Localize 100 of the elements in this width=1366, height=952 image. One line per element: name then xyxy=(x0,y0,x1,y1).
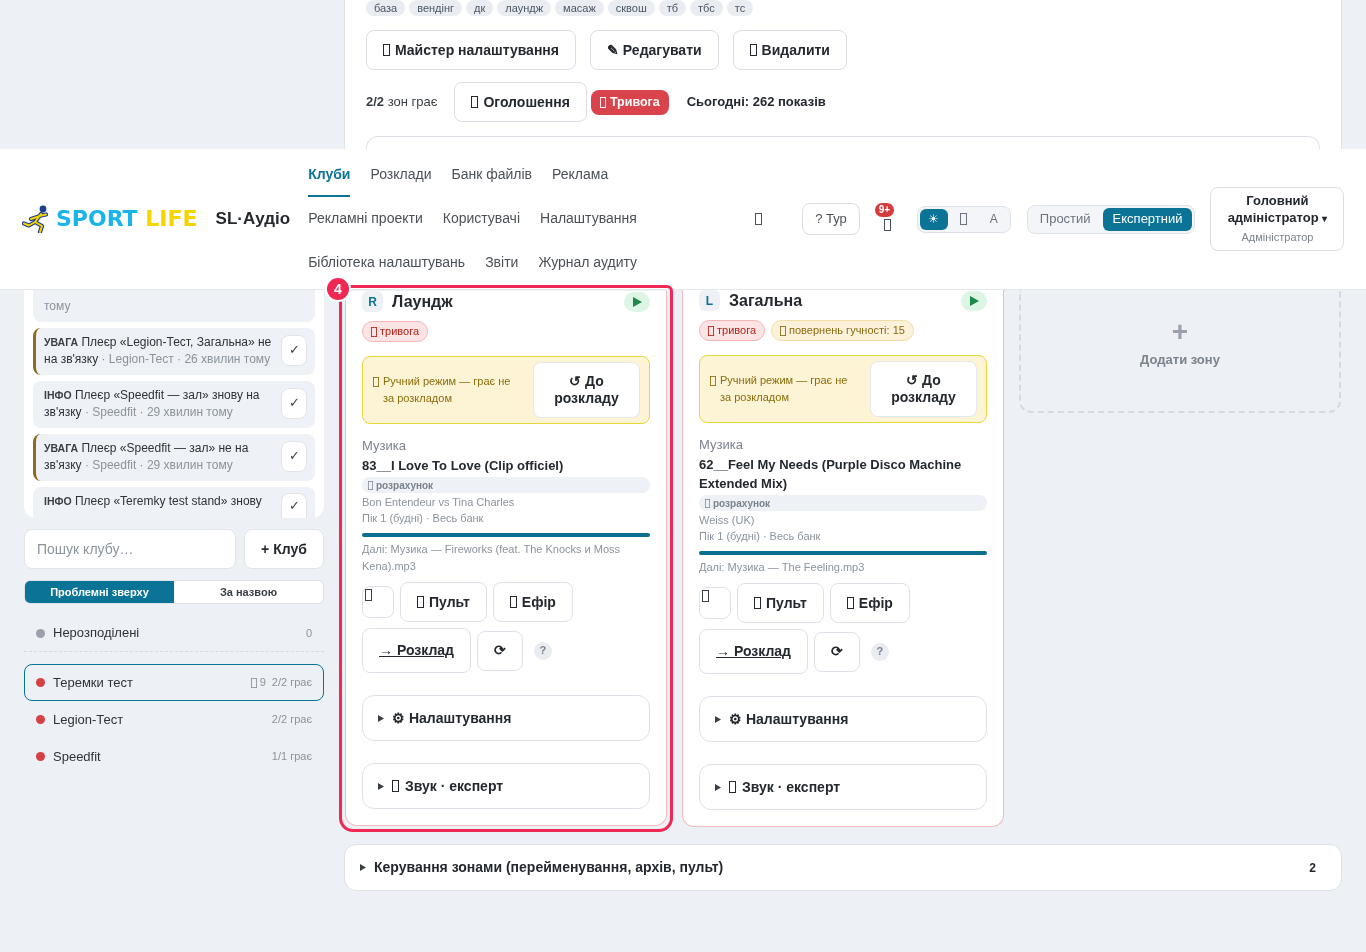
notification-text: ІНФО Плеєр «Teremky test stand» знову xyxy=(44,492,263,510)
missing-glyph-icon xyxy=(599,96,606,108)
category-tag: тс xyxy=(726,0,754,16)
category-tag: сквош xyxy=(607,0,655,16)
refresh-button[interactable]: ⟳ xyxy=(813,631,860,672)
missing-glyph-icon xyxy=(392,780,399,792)
caret-icon xyxy=(378,714,384,722)
nav-link[interactable]: Рекламні проекти xyxy=(308,197,423,241)
theme-option[interactable]: ☀ xyxy=(919,208,948,230)
control-button[interactable]: Ефір xyxy=(829,583,910,623)
manual-mode-text: Ручний режим — грає не за розкладом xyxy=(383,374,512,406)
logo-text: SPORT LIFE xyxy=(56,206,198,232)
missing-glyph-icon xyxy=(417,596,424,608)
tag-label: тривога xyxy=(380,324,420,340)
nav-link[interactable]: Налаштування xyxy=(540,197,637,241)
missing-glyph-icon xyxy=(846,597,854,609)
club-name: Нерозподілені xyxy=(53,624,140,643)
caret-icon xyxy=(715,783,721,791)
user-menu-button[interactable]: Головний адміністратор ▾ Адміністратор xyxy=(1210,187,1345,251)
club-row[interactable]: Теремки тест 9 2/2 грає xyxy=(24,664,324,701)
sort-option[interactable]: За назвою xyxy=(174,581,323,603)
control-button[interactable]: Пульт xyxy=(400,582,487,622)
missing-glyph-icon[interactable] xyxy=(883,219,891,231)
zone-letter: L xyxy=(699,290,720,311)
club-row[interactable]: Legion-Тест 2/2 грає xyxy=(24,701,324,738)
mode-option[interactable]: Експертний xyxy=(1102,207,1193,231)
dismiss-button[interactable]: ✓ xyxy=(281,334,307,366)
play-button[interactable] xyxy=(624,291,650,312)
action-button[interactable]: ✎ Редагувати xyxy=(589,30,719,70)
collapsible-section[interactable]: ⚙ Налаштування xyxy=(699,696,987,742)
announcement-button[interactable]: Оголошення xyxy=(454,82,587,122)
collapsible-section[interactable]: Звук · експерт xyxy=(699,764,987,810)
missing-glyph-icon xyxy=(371,326,377,337)
back-to-schedule-button[interactable]: ↺ До розкладу xyxy=(533,362,640,418)
missing-glyph-icon xyxy=(471,96,479,108)
nav-link[interactable]: Розклади xyxy=(370,153,432,197)
tag-label: тривога xyxy=(717,323,757,339)
back-to-schedule-button[interactable]: ↺ До розкладу xyxy=(870,361,977,417)
theme-option[interactable]: A xyxy=(979,208,1008,230)
collapsible-section[interactable]: Звук · експерт xyxy=(362,763,650,809)
missing-glyph-icon xyxy=(509,596,517,608)
caret-icon xyxy=(378,782,384,790)
alarm-button[interactable]: Тривога xyxy=(590,89,669,115)
play-button[interactable] xyxy=(961,290,987,311)
missing-glyph-icon xyxy=(729,781,736,793)
artist-name: Bon Entendeur vs Tina Charles xyxy=(362,495,516,510)
caret-icon xyxy=(715,715,721,723)
schedule-button[interactable]: → Розклад xyxy=(362,628,471,673)
category-tag: лаундж xyxy=(497,0,552,16)
status-label: розрахунок xyxy=(376,478,434,493)
nav-link[interactable]: Банк файлів xyxy=(451,153,533,197)
missing-glyph-icon[interactable] xyxy=(755,213,763,225)
zone-letter: R xyxy=(362,291,383,312)
icon-button[interactable] xyxy=(362,586,394,618)
schedule-button[interactable]: → Розклад xyxy=(699,629,808,674)
playlist-source: Пік 1 (будні) · Весь банк xyxy=(362,511,485,526)
icon-button[interactable] xyxy=(699,587,731,619)
alert-count: 9 xyxy=(259,675,266,691)
control-button[interactable]: Ефір xyxy=(492,582,573,622)
control-button[interactable]: Пульт xyxy=(737,583,824,623)
missing-glyph-icon xyxy=(368,480,373,490)
club-name: Теремки тест xyxy=(53,673,133,692)
search-field[interactable]: Пошук клубу… xyxy=(24,529,236,569)
missing-glyph-icon xyxy=(780,325,787,336)
sort-option[interactable]: Проблемні зверху xyxy=(25,581,174,603)
notification-text: УВАГА Плеєр «Speedfit — зал» не на зв'язку · Speedfit · 29 хвилин тому xyxy=(44,439,250,474)
add-club-button[interactable]: + Клуб xyxy=(244,529,324,569)
tag-label: повернень гучності: 15 xyxy=(789,323,905,339)
app-name: SL·Аудіо xyxy=(215,208,291,231)
notification-count: 9+ xyxy=(874,203,895,217)
club-row[interactable]: Speedfit 1/1 грає xyxy=(24,738,324,775)
play-icon xyxy=(632,296,642,307)
zone-management-toggle[interactable]: Керування зонами (перейменування, архів, пульт) 2 xyxy=(344,844,1342,891)
club-name: Speedfit xyxy=(53,747,101,766)
nav-link[interactable]: Клуби xyxy=(308,153,351,197)
zones-playing-text: 2/2 зон грає xyxy=(366,93,438,112)
dismiss-button[interactable]: ✓ xyxy=(281,440,307,472)
playlist-source: Пік 1 (будні) · Весь банк xyxy=(699,529,822,544)
tour-button[interactable]: ? Тур xyxy=(802,203,860,235)
refresh-button[interactable]: ⟳ xyxy=(476,630,523,671)
missing-glyph-icon xyxy=(702,590,709,602)
collapsible-section[interactable]: ⚙ Налаштування xyxy=(362,695,650,741)
mode-option[interactable]: Простий xyxy=(1029,207,1101,231)
action-button[interactable]: Видалити xyxy=(732,30,847,70)
zone-name: Загальна xyxy=(729,291,803,311)
nav-link[interactable]: Журнал аудиту xyxy=(538,241,638,285)
dismiss-button[interactable]: ✓ xyxy=(281,387,307,419)
club-name: Legion-Тест xyxy=(53,710,124,729)
nav-link[interactable]: Користувачі xyxy=(442,197,520,241)
nav-link[interactable]: Звіти xyxy=(485,241,519,285)
missing-glyph-icon xyxy=(365,589,372,601)
action-button[interactable]: Майстер налаштування xyxy=(366,30,576,70)
manual-mode-text: Ручний режим — грає не за розкладом xyxy=(720,373,849,405)
missing-glyph-icon xyxy=(754,597,761,609)
category-tag: вендінг xyxy=(409,0,463,16)
club-row[interactable]: Нерозподілені 0 xyxy=(24,615,324,651)
nav-link[interactable]: Реклама xyxy=(552,153,609,197)
club-count: 0 xyxy=(305,625,312,641)
dismiss-button[interactable]: ✓ xyxy=(281,492,307,518)
missing-glyph-icon xyxy=(383,44,390,56)
